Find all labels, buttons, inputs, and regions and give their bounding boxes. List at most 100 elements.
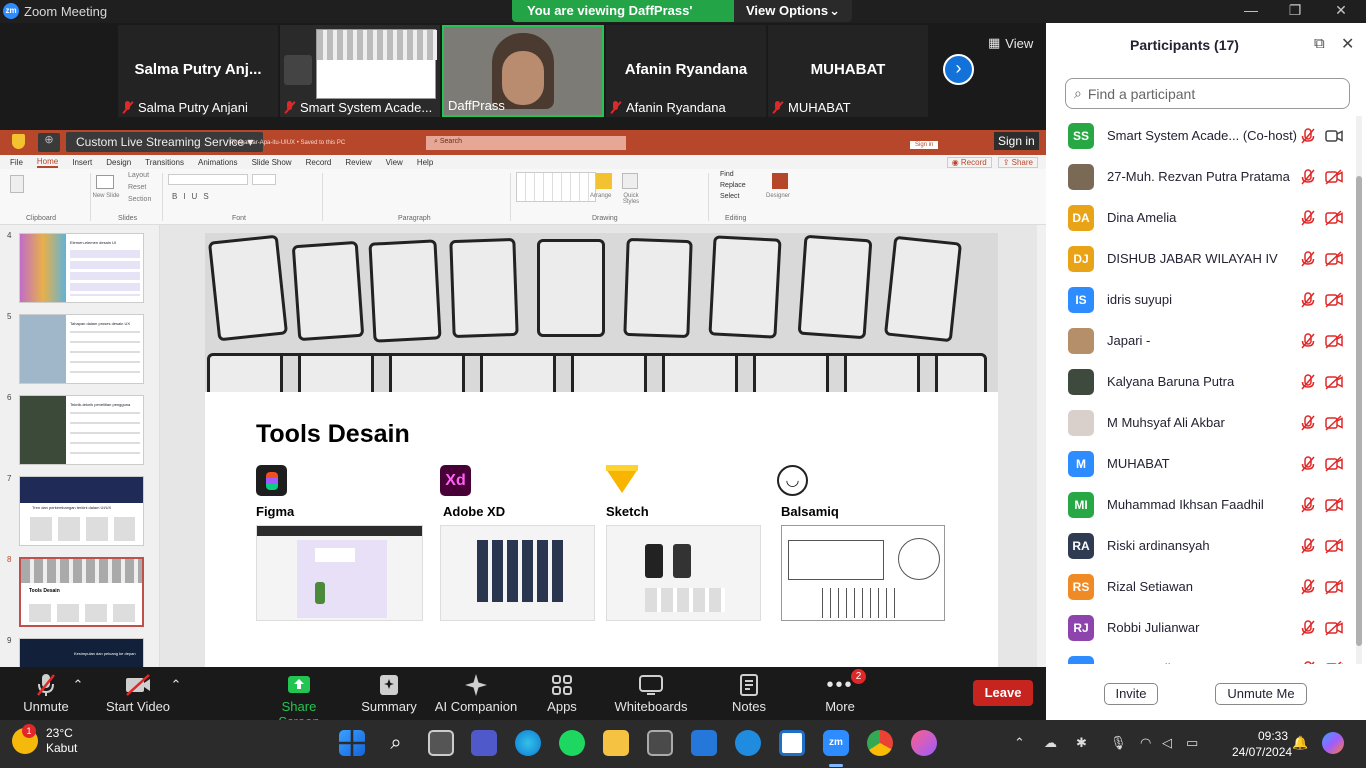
whiteboards-button[interactable]: Whiteboards [614, 671, 688, 714]
office-search-box[interactable]: ⌕ Search [426, 136, 626, 150]
show-hidden-icons[interactable]: ⌃ [1014, 735, 1025, 751]
video-camera-off-icon[interactable] [1325, 415, 1343, 431]
edge-icon[interactable] [515, 730, 541, 756]
mic-muted-icon[interactable] [1300, 169, 1316, 185]
layout-button[interactable]: Layout [128, 172, 149, 179]
teams-icon[interactable] [471, 730, 497, 756]
slide-thumbnail[interactable]: Teknik-teknik penelitian pengguna [19, 395, 144, 465]
mic-muted-icon[interactable] [1300, 456, 1316, 472]
slide-thumbnail[interactable]: Tahapan dalam proses desain UX [19, 314, 144, 384]
reset-button[interactable]: Reset [128, 184, 146, 191]
summary-button[interactable]: Summary [360, 671, 418, 714]
zoom-sign-in-button[interactable]: Sign in [994, 132, 1039, 150]
ribbon-tab[interactable]: Design [106, 158, 131, 167]
ribbon-tab[interactable]: Slide Show [252, 158, 292, 167]
video-camera-off-icon[interactable] [1325, 620, 1343, 636]
slide-thumbnail-selected[interactable]: Tools Desain [19, 557, 144, 627]
ribbon-tab[interactable]: Insert [72, 158, 92, 167]
shapes-gallery[interactable] [516, 172, 596, 202]
participant-row[interactable]: Kalyana Baruna Putra [1046, 362, 1356, 403]
file-explorer-icon[interactable] [603, 730, 629, 756]
participant-row[interactable]: MI Muhammad Ikhsan Faadhil [1046, 485, 1356, 526]
video-camera-off-icon[interactable] [1325, 292, 1343, 308]
mic-muted-icon[interactable] [1300, 374, 1316, 390]
ribbon-tab[interactable]: Record [306, 158, 332, 167]
participant-row[interactable]: RS Rizal Setiawan [1046, 567, 1356, 608]
paste-icon[interactable] [10, 175, 24, 193]
bold-italic-controls[interactable]: BIUS [172, 192, 215, 201]
participant-row[interactable]: DJ DISHUB JABAR WILAYAH IV [1046, 239, 1356, 280]
calculator-icon[interactable] [647, 730, 673, 756]
ai-companion-button[interactable]: AI Companion [434, 671, 518, 714]
scroll-thumb[interactable] [1356, 176, 1362, 646]
unmute-button[interactable]: Unmute [18, 671, 74, 714]
cloud-offline-icon[interactable]: ☁ [1044, 735, 1057, 751]
participant-row[interactable]: M Muhsyaf Ali Akbar [1046, 403, 1356, 444]
mic-muted-icon[interactable] [1300, 661, 1316, 664]
mic-muted-icon[interactable] [1300, 333, 1316, 349]
next-page-button[interactable]: › [943, 54, 974, 85]
copilot-icon[interactable] [1322, 732, 1344, 754]
select-button[interactable]: Select [720, 193, 739, 200]
view-button[interactable]: ▦ View [988, 35, 1033, 51]
apps-button[interactable]: Apps [540, 671, 584, 714]
video-camera-off-icon[interactable] [1325, 374, 1343, 390]
video-camera-off-icon[interactable] [1325, 251, 1343, 267]
task-view-icon[interactable] [428, 730, 454, 756]
participant-row[interactable]: M MUHABAT [1046, 444, 1356, 485]
slide-thumbnail[interactable]: Tren dan perkembangan terkini dalam UI/U… [19, 476, 144, 546]
video-tile[interactable]: Afanin Ryandana Afanin Ryandana [606, 25, 766, 117]
screen-recorder-icon[interactable] [911, 730, 937, 756]
close-icon[interactable]: ✕ [1341, 34, 1354, 54]
font-size-box[interactable] [252, 174, 276, 185]
ribbon-tab[interactable]: View [386, 158, 403, 167]
video-camera-off-icon[interactable] [1325, 497, 1343, 513]
ribbon-tab[interactable]: Review [345, 158, 371, 167]
chrome-icon[interactable] [867, 730, 893, 756]
system-clock[interactable]: 09:33 24/07/2024 [1232, 728, 1292, 760]
ribbon-tab[interactable]: Help [417, 158, 433, 167]
slide-scrollbar[interactable] [1037, 225, 1046, 667]
designer-button[interactable] [772, 173, 788, 189]
wifi-icon[interactable]: ◠ [1140, 735, 1151, 751]
video-tile[interactable]: Smart System Acade... [280, 25, 440, 117]
section-button[interactable]: Section [128, 196, 151, 203]
find-button[interactable]: Find [720, 171, 734, 178]
minimize-button[interactable]: — [1236, 2, 1266, 18]
ribbon-tab[interactable]: Transitions [145, 158, 184, 167]
replace-button[interactable]: Replace [720, 182, 746, 189]
share-button[interactable]: ⇪ Share [997, 156, 1038, 168]
help-icon[interactable] [735, 730, 761, 756]
new-slide-button[interactable] [96, 175, 114, 189]
font-name-box[interactable] [168, 174, 248, 185]
video-camera-off-icon[interactable] [1325, 579, 1343, 595]
windows-start-icon[interactable] [339, 730, 365, 756]
participant-row[interactable]: IS idris suyupi [1046, 280, 1356, 321]
bluetooth-icon[interactable]: ✱ [1076, 735, 1087, 751]
search-icon[interactable]: ⌕ [383, 730, 409, 756]
video-camera-off-icon[interactable] [1325, 538, 1343, 554]
ribbon-tab[interactable]: File [10, 158, 23, 167]
search-input[interactable]: ⌕ Find a participant [1065, 78, 1350, 109]
popout-icon[interactable]: ⧉ [1314, 35, 1325, 52]
mic-muted-icon[interactable] [1300, 415, 1316, 431]
video-camera-off-icon[interactable] [1325, 210, 1343, 226]
invite-button[interactable]: Invite [1104, 683, 1158, 705]
mic-muted-icon[interactable] [1300, 497, 1316, 513]
active-speaker-tile[interactable]: DaffPrass [442, 25, 604, 117]
ribbon-tab[interactable]: Animations [198, 158, 238, 167]
quick-styles-button[interactable] [622, 173, 638, 189]
slide-thumbnail[interactable]: Kesimpulan dan peluang ke depan [19, 638, 144, 667]
weather-widget[interactable]: 1 23°C Kabut [12, 724, 77, 756]
video-camera-off-icon[interactable] [1325, 456, 1343, 472]
video-tile[interactable]: MUHABAT MUHABAT [768, 25, 928, 117]
start-video-button[interactable]: Start Video [104, 671, 172, 714]
mic-muted-icon[interactable] [1300, 128, 1316, 144]
record-button[interactable]: ◉ Record [946, 156, 992, 168]
battery-icon[interactable]: ▭ [1186, 735, 1198, 751]
notes-button[interactable]: Notes [728, 671, 770, 714]
unmute-me-button[interactable]: Unmute Me [1215, 683, 1307, 705]
participant-row[interactable]: Japari - [1046, 321, 1356, 362]
notification-bell-icon[interactable]: 🔔 [1292, 735, 1308, 751]
participant-row[interactable]: 27-Muh. Rezvan Putra Pratama [1046, 157, 1356, 198]
